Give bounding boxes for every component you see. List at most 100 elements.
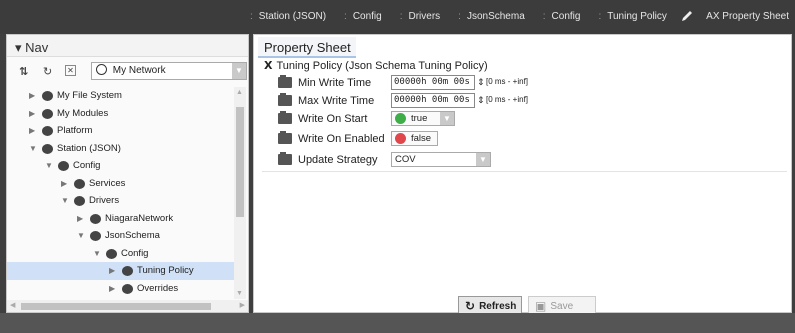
close-icon[interactable]: ✕ <box>65 65 76 76</box>
chevron-down-icon[interactable]: ▼ <box>440 112 454 125</box>
services-icon <box>74 178 85 189</box>
write-on-enabled-toggle[interactable]: false <box>391 131 439 146</box>
component-title: Ⅹ Tuning Policy (Json Schema Tuning Polic… <box>264 60 488 72</box>
nav-toolbar: ⇅ ↻ ✕ My Network ▼ <box>7 57 248 85</box>
view-selector[interactable]: AX Property Sheet <box>680 9 789 23</box>
tree-node[interactable]: ▼ JsonSchema <box>7 227 235 245</box>
tree-node[interactable]: ▶ My Modules <box>7 105 235 123</box>
tree-node-label: Config <box>121 247 149 259</box>
spinner-icon[interactable]: ⇕ <box>477 95 485 106</box>
folder-icon <box>278 131 292 144</box>
breadcrumb-bar: : Station (JSON) : Config : Drivers : JsonSc… <box>0 0 795 34</box>
save-icon: ▣ <box>535 299 547 313</box>
chevron-right-icon[interactable]: ▶ <box>77 210 83 228</box>
min-write-time-input[interactable]: 00000h 00m 00s <box>391 75 475 90</box>
tree-node[interactable]: ▼ Station (JSON) <box>7 140 235 158</box>
scroll-up-icon[interactable]: ▲ <box>236 89 243 96</box>
folder-icon <box>278 75 292 88</box>
chevron-down-icon[interactable]: ▼ <box>93 245 101 263</box>
nav-header[interactable]: ▾ Nav <box>7 35 248 57</box>
chevron-right-icon[interactable]: ▶ <box>109 262 115 280</box>
collapse-icon[interactable]: ▾ <box>15 40 22 55</box>
horizontal-scrollbar[interactable]: ◀ ▶ <box>7 300 248 312</box>
tree-node[interactable]: ▶ Platform <box>7 122 235 140</box>
scroll-right-icon[interactable]: ▶ <box>240 301 245 309</box>
tuning-icon <box>122 266 133 276</box>
write-on-start-select[interactable]: true ▼ <box>391 111 455 126</box>
pen-icon <box>682 11 693 21</box>
network-icon <box>90 213 101 224</box>
folder-icon <box>278 152 292 165</box>
breadcrumb-item[interactable]: : Station (JSON) <box>250 11 326 22</box>
overrides-icon <box>122 283 133 294</box>
chevron-down-icon[interactable]: ▼ <box>232 63 246 79</box>
scroll-left-icon[interactable]: ◀ <box>10 301 15 309</box>
chevron-right-icon[interactable]: ▶ <box>29 87 35 105</box>
tree-node-label: My File System <box>57 90 122 101</box>
chevron-down-icon[interactable]: ▼ <box>45 157 53 175</box>
chevron-down-icon[interactable]: ▼ <box>61 192 69 210</box>
max-write-time-input[interactable]: 00000h 00m 00s <box>391 93 475 108</box>
status-bar <box>0 313 795 333</box>
network-select[interactable]: My Network ▼ <box>91 62 247 80</box>
update-strategy-select[interactable]: COV ▼ <box>391 152 491 167</box>
scrollbar-thumb[interactable] <box>236 107 244 217</box>
tree-node-label: Platform <box>57 125 93 136</box>
folder-icon <box>278 111 292 124</box>
chevron-right-icon[interactable]: ▶ <box>61 175 67 193</box>
tree-node-label: Station (JSON) <box>57 142 121 154</box>
tree-node[interactable]: ▶ Tuning Policy <box>7 262 235 280</box>
tree-node[interactable]: ▶ My File System <box>7 87 235 105</box>
chevron-right-icon[interactable]: ▶ <box>29 105 35 123</box>
braces-icon <box>90 231 101 241</box>
tree-node[interactable]: ▶ NiagaraNetwork <box>7 210 235 228</box>
vertical-scrollbar[interactable]: ▲ ▼ <box>234 87 246 299</box>
status-dot-icon <box>395 133 406 144</box>
folder-icon <box>278 93 292 106</box>
tuning-icon: Ⅹ <box>264 60 273 72</box>
tree-node[interactable]: ▼ Config <box>7 157 235 175</box>
divider <box>262 171 787 172</box>
property-write-on-enabled: Write On Enabled false <box>278 131 788 149</box>
config-icon <box>58 161 69 171</box>
nav-title: Nav <box>25 40 49 55</box>
breadcrumb-item[interactable]: : Tuning Policy <box>598 11 666 22</box>
breadcrumb-item[interactable]: : JsonSchema <box>458 11 525 22</box>
tree-node[interactable]: ▶ Overrides <box>7 280 235 298</box>
tree-node[interactable]: ▶ Services <box>7 175 235 193</box>
breadcrumb-item[interactable]: : Config <box>344 11 382 22</box>
tree-node[interactable]: ▼ Config <box>7 245 235 263</box>
refresh-icon[interactable]: ↻ <box>43 65 52 78</box>
tree-node-label: NiagaraNetwork <box>105 212 174 224</box>
status-dot-icon <box>395 113 406 124</box>
tree-node-label: Services <box>89 177 126 189</box>
property-max-write-time: Max Write Time 00000h 00m 00s ⇕ [0 ms - … <box>278 93 788 111</box>
platform-icon <box>42 126 53 136</box>
property-sheet-panel: Property Sheet Ⅹ Tuning Policy (Json Sche… <box>253 34 792 316</box>
chevron-down-icon[interactable]: ▼ <box>29 140 37 158</box>
property-min-write-time: Min Write Time 00000h 00m 00s ⇕ [0 ms - … <box>278 75 788 93</box>
chevron-down-icon[interactable]: ▼ <box>476 153 490 166</box>
modules-icon <box>42 108 53 119</box>
chevron-right-icon[interactable]: ▶ <box>29 122 35 140</box>
nav-tree: ▶ My File System ▶ My Modules ▶ Platform ▼ Stat… <box>7 87 235 299</box>
chevron-down-icon[interactable]: ▼ <box>77 227 85 245</box>
spinner-icon[interactable]: ⇕ <box>477 77 485 88</box>
tree-node-label: JsonSchema <box>105 230 160 241</box>
tree-node-label: Drivers <box>89 195 120 206</box>
refresh-icon: ↻ <box>465 299 476 313</box>
breadcrumb-item[interactable]: : Drivers <box>400 11 440 22</box>
tab-property-sheet[interactable]: Property Sheet <box>258 37 356 58</box>
chevron-right-icon[interactable]: ▶ <box>109 280 115 298</box>
range-label: [0 ms - +inf] <box>486 77 529 86</box>
nav-panel: ▾ Nav ⇅ ↻ ✕ My Network ▼ ▶ My File System… <box>6 34 249 313</box>
drivers-icon <box>74 196 85 206</box>
breadcrumb-item[interactable]: : Config <box>543 11 581 22</box>
drive-icon <box>42 91 53 101</box>
config-icon <box>106 248 117 259</box>
scroll-down-icon[interactable]: ▼ <box>236 290 243 297</box>
tree-node[interactable]: ▼ Drivers <box>7 192 235 210</box>
sort-icon[interactable]: ⇅ <box>19 65 28 78</box>
station-icon <box>42 143 53 154</box>
scrollbar-thumb[interactable] <box>21 303 211 310</box>
